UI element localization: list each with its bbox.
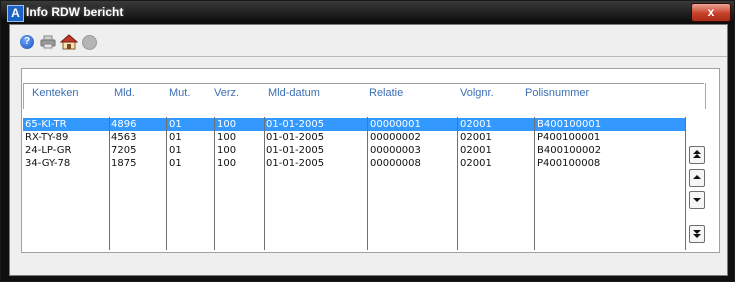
- col-volgnr[interactable]: Volgnr.: [460, 87, 494, 99]
- cell-mut: 01: [169, 132, 182, 143]
- table-row[interactable]: 65-KI-TR 4896 01 100 01-01-2005 00000001…: [23, 118, 686, 131]
- print-icon[interactable]: [40, 34, 56, 50]
- cell-verz: 100: [217, 119, 237, 130]
- toolbar-separator: [10, 56, 727, 57]
- column-divider: [214, 117, 215, 250]
- toolbar: ?: [10, 25, 727, 57]
- cell-mld-datum: 01-01-2005: [266, 145, 325, 156]
- cell-kenteken: 34-GY-78: [25, 158, 71, 169]
- table-row[interactable]: 24-LP-GR 7205 01 100 01-01-2005 00000003…: [23, 144, 686, 157]
- cell-polisnummer: B400100002: [537, 145, 602, 156]
- chevron-up-icon: [693, 175, 701, 179]
- scroll-top-button[interactable]: [689, 146, 705, 164]
- cell-verz: 100: [217, 145, 237, 156]
- col-kenteken[interactable]: Kenteken: [32, 87, 78, 99]
- results-grid: Kenteken Mld. Mut. Verz. Mld-datum Relat…: [21, 68, 720, 253]
- column-divider: [109, 117, 110, 250]
- col-polisnummer[interactable]: Polisnummer: [525, 87, 589, 99]
- window: A Info RDW bericht x ? Kenteken Mld. Mut…: [0, 0, 735, 282]
- scroll-down-button[interactable]: [689, 191, 705, 209]
- column-divider: [264, 117, 265, 250]
- cell-relatie: 00000008: [370, 158, 421, 169]
- col-verz[interactable]: Verz.: [214, 87, 239, 99]
- dialog-client: ? Kenteken Mld. Mut. Verz. Mld-datum Rel…: [9, 24, 728, 276]
- cell-polisnummer: P400100008: [537, 158, 601, 169]
- cell-mut: 01: [169, 145, 182, 156]
- cell-verz: 100: [217, 132, 237, 143]
- double-chevron-up-icon: [693, 150, 701, 158]
- column-divider: [457, 117, 458, 250]
- cell-relatie: 00000003: [370, 145, 421, 156]
- table-row[interactable]: 34-GY-78 1875 01 100 01-01-2005 00000008…: [23, 157, 686, 170]
- double-chevron-down-icon: [693, 230, 701, 238]
- title-bar[interactable]: A Info RDW bericht x: [1, 1, 734, 23]
- cell-relatie: 00000002: [370, 132, 421, 143]
- scroll-up-button[interactable]: [689, 169, 705, 187]
- cell-mld-datum: 01-01-2005: [266, 158, 325, 169]
- cell-kenteken: 65-KI-TR: [25, 119, 67, 130]
- col-mld-datum[interactable]: Mld-datum: [268, 87, 320, 99]
- cell-volgnr: 02001: [460, 132, 492, 143]
- cell-volgnr: 02001: [460, 158, 492, 169]
- scroll-bottom-button[interactable]: [689, 225, 705, 243]
- cell-mld: 4896: [111, 119, 137, 130]
- col-mld[interactable]: Mld.: [114, 87, 135, 99]
- cell-polisnummer: P400100001: [537, 132, 601, 143]
- cell-relatie: 00000001: [370, 119, 421, 130]
- help-icon[interactable]: ?: [20, 35, 34, 49]
- cell-volgnr: 02001: [460, 145, 492, 156]
- column-divider: [367, 117, 368, 250]
- close-button[interactable]: x: [691, 3, 731, 22]
- cell-kenteken: 24-LP-GR: [25, 145, 72, 156]
- column-divider: [534, 117, 535, 250]
- column-divider: [685, 117, 686, 250]
- grid-body: 65-KI-TR 4896 01 100 01-01-2005 00000001…: [23, 117, 686, 251]
- cell-mld-datum: 01-01-2005: [266, 132, 325, 143]
- column-divider: [166, 117, 167, 250]
- cell-mld: 1875: [111, 158, 137, 169]
- cell-verz: 100: [217, 158, 237, 169]
- col-relatie[interactable]: Relatie: [369, 87, 403, 99]
- col-mut[interactable]: Mut.: [169, 87, 190, 99]
- chevron-down-icon: [693, 198, 701, 202]
- cell-mut: 01: [169, 119, 182, 130]
- cell-mut: 01: [169, 158, 182, 169]
- home-icon[interactable]: [59, 34, 79, 50]
- table-row[interactable]: RX-TY-89 4563 01 100 01-01-2005 00000002…: [23, 131, 686, 144]
- cell-volgnr: 02001: [460, 119, 492, 130]
- cell-kenteken: RX-TY-89: [25, 132, 69, 143]
- cell-mld: 4563: [111, 132, 137, 143]
- grid-header: Kenteken Mld. Mut. Verz. Mld-datum Relat…: [23, 69, 706, 111]
- window-title: Info RDW bericht: [26, 5, 124, 19]
- cell-mld-datum: 01-01-2005: [266, 119, 325, 130]
- cell-mld: 7205: [111, 145, 137, 156]
- app-icon: A: [7, 5, 24, 22]
- cell-polisnummer: B400100001: [537, 119, 602, 130]
- info-icon[interactable]: [82, 35, 97, 50]
